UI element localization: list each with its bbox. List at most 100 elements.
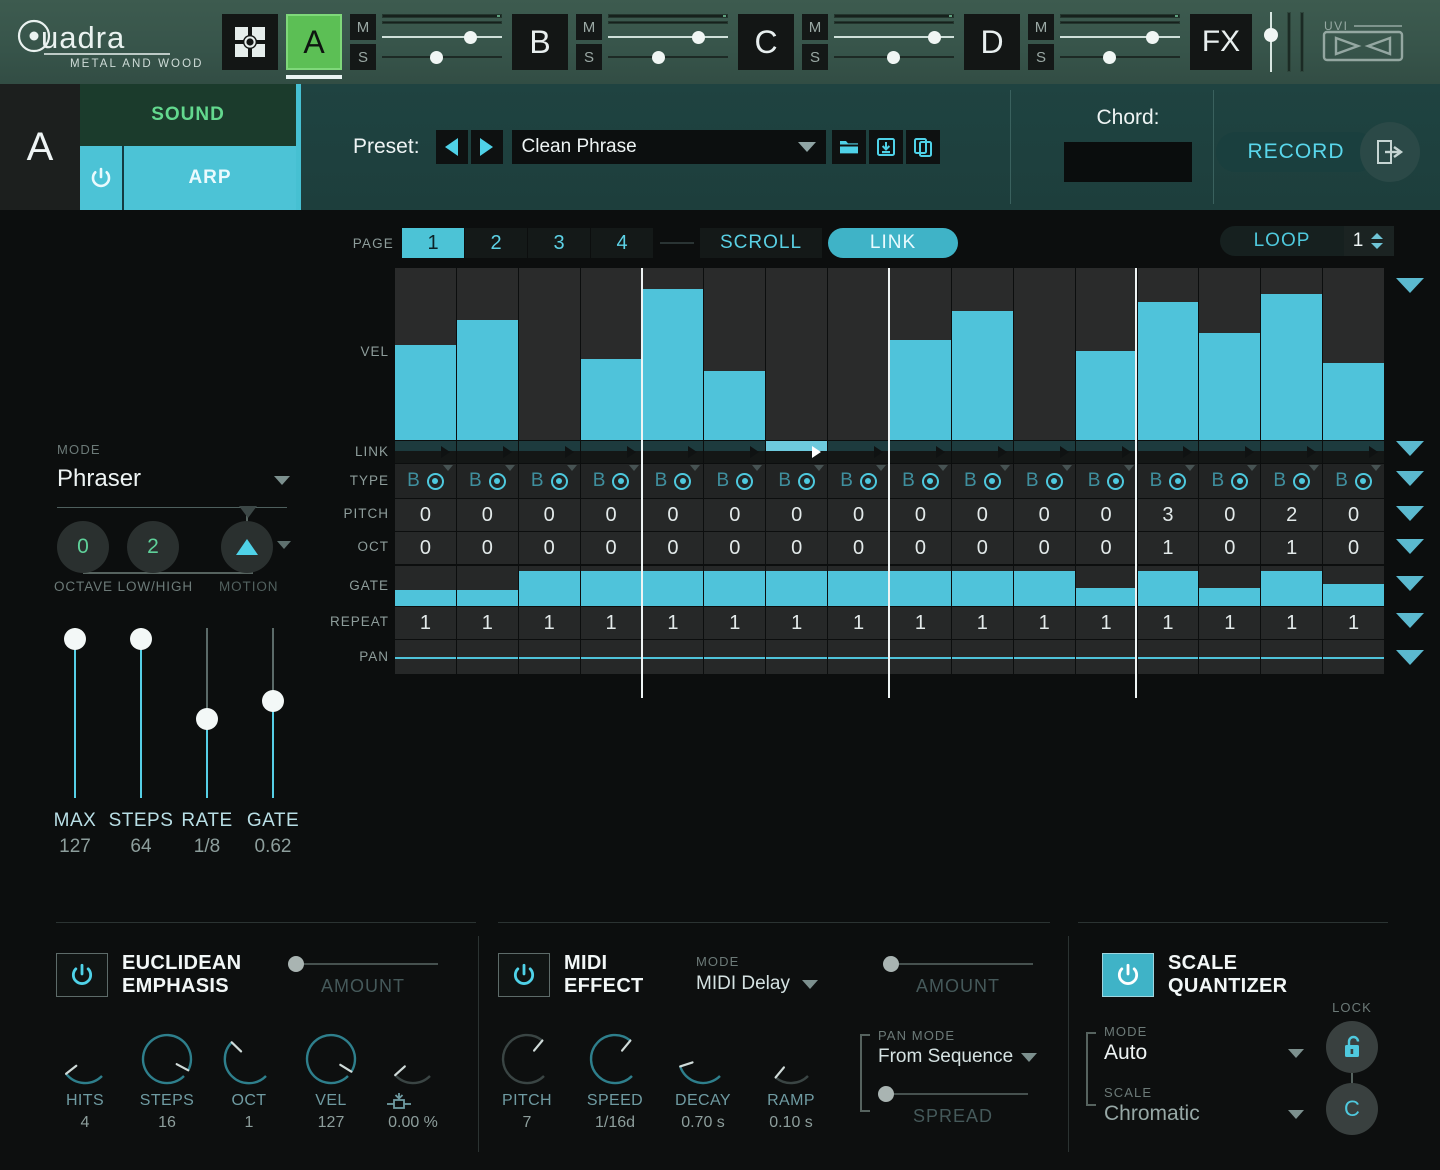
gate-step[interactable] (1014, 566, 1076, 606)
type-chevron-down-icon[interactable] (629, 465, 639, 471)
pan-slider-c[interactable] (834, 50, 954, 64)
type-chevron-down-icon[interactable] (1309, 465, 1319, 471)
preset-copy-button[interactable] (906, 130, 940, 164)
pitch-step[interactable]: 0 (890, 499, 952, 531)
gate-step[interactable] (1199, 566, 1261, 606)
loop-button[interactable]: LOOP (1220, 226, 1344, 256)
type-step[interactable]: B (643, 464, 705, 498)
volume-slider-a[interactable] (382, 30, 502, 44)
velocity-step[interactable] (643, 268, 705, 440)
fx-button[interactable]: FX (1190, 14, 1252, 70)
type-step[interactable]: B (766, 464, 828, 498)
link-step[interactable] (1076, 441, 1138, 463)
type-step[interactable]: B (890, 464, 952, 498)
type-step[interactable]: B (704, 464, 766, 498)
type-chevron-down-icon[interactable] (505, 465, 515, 471)
scroll-button[interactable]: SCROLL (700, 228, 822, 258)
octave-step[interactable]: 0 (457, 532, 519, 564)
chevron-down-icon[interactable] (802, 980, 818, 989)
solo-button-c[interactable]: S (802, 44, 828, 70)
type-chevron-down-icon[interactable] (752, 465, 762, 471)
repeat-step[interactable]: 1 (704, 607, 766, 639)
gate-step[interactable] (519, 566, 581, 606)
volume-slider-c[interactable] (834, 30, 954, 44)
type-chevron-down-icon[interactable] (1062, 465, 1072, 471)
repeat-step[interactable]: 1 (1138, 607, 1200, 639)
octave-high-value[interactable]: 2 (127, 521, 179, 573)
pan-step[interactable] (766, 640, 828, 674)
type-chevron-down-icon[interactable] (1124, 465, 1134, 471)
octave-step[interactable]: 0 (890, 532, 952, 564)
type-chevron-down-icon[interactable] (814, 465, 824, 471)
pan-step[interactable] (704, 640, 766, 674)
speed-knob[interactable]: SPEED1/16d (586, 1030, 644, 1088)
type-step[interactable]: B (457, 464, 519, 498)
part-button-a[interactable]: A (286, 14, 342, 70)
master-volume-fader[interactable] (1264, 12, 1278, 72)
repeat-step[interactable]: 1 (828, 607, 890, 639)
gate-step[interactable] (643, 566, 705, 606)
loop-count-stepper[interactable]: 1 (1344, 226, 1394, 256)
scale-mode-value[interactable]: Auto (1104, 1041, 1147, 1065)
octave-step[interactable]: 0 (952, 532, 1014, 564)
pan-slider-b[interactable] (608, 50, 728, 64)
velocity-step[interactable] (828, 268, 890, 440)
preset-next-button[interactable] (471, 130, 503, 164)
lock-toggle-button[interactable] (1326, 1021, 1378, 1073)
octave-step[interactable]: 1 (1261, 532, 1323, 564)
link-step[interactable] (1323, 441, 1385, 463)
type-chevron-down-icon[interactable] (443, 465, 453, 471)
type-chevron-down-icon[interactable] (1000, 465, 1010, 471)
repeat-step[interactable]: 1 (1261, 607, 1323, 639)
velocity-step[interactable] (581, 268, 643, 440)
euclidean-power-button[interactable] (56, 953, 108, 997)
gate-step[interactable] (704, 566, 766, 606)
preset-prev-button[interactable] (436, 130, 468, 164)
spread-slider[interactable] (878, 1086, 1028, 1102)
volume-slider-d[interactable] (1060, 30, 1180, 44)
export-button[interactable] (1360, 122, 1420, 182)
pitch-step[interactable]: 0 (395, 499, 457, 531)
octave-step[interactable]: 0 (1199, 532, 1261, 564)
page-button-4[interactable]: 4 (591, 228, 653, 258)
velocity-step[interactable] (457, 268, 519, 440)
velocity-step[interactable] (704, 268, 766, 440)
pan-step[interactable] (952, 640, 1014, 674)
page-button-1[interactable]: 1 (402, 228, 464, 258)
gate-step[interactable] (890, 566, 952, 606)
solo-button-b[interactable]: S (576, 44, 602, 70)
repeat-step[interactable]: 1 (890, 607, 952, 639)
octave-step[interactable]: 0 (643, 532, 705, 564)
hits-knob[interactable]: HITS4 (56, 1030, 114, 1088)
pitch-step[interactable]: 0 (643, 499, 705, 531)
pan-step[interactable] (581, 640, 643, 674)
pan-step[interactable] (519, 640, 581, 674)
repeat-step[interactable]: 1 (1199, 607, 1261, 639)
link-step[interactable] (1199, 441, 1261, 463)
gate-step[interactable] (828, 566, 890, 606)
pitch-step[interactable]: 0 (457, 499, 519, 531)
pitch-step[interactable]: 0 (952, 499, 1014, 531)
pitch-step[interactable]: 0 (766, 499, 828, 531)
pan-step[interactable] (457, 640, 519, 674)
octave-step[interactable]: 1 (1138, 532, 1200, 564)
midi-effect-mode-value[interactable]: MIDI Delay (696, 973, 790, 995)
mute-button-a[interactable]: M (350, 14, 376, 40)
snap-knob[interactable]: 0.00 % (384, 1030, 442, 1088)
repeat-step[interactable]: 1 (1323, 607, 1385, 639)
repeat-step[interactable]: 1 (395, 607, 457, 639)
chevron-down-icon[interactable] (1288, 1049, 1304, 1058)
motion-chevron-down-icon[interactable] (277, 541, 291, 549)
octave-step[interactable]: 0 (581, 532, 643, 564)
arp-power-button[interactable] (80, 146, 124, 210)
decay-knob[interactable]: DECAY0.70 s (674, 1030, 732, 1088)
gate-step[interactable] (1076, 566, 1138, 606)
page-button-2[interactable]: 2 (465, 228, 527, 258)
mute-button-c[interactable]: M (802, 14, 828, 40)
velocity-step[interactable] (519, 268, 581, 440)
midi-effect-amount-slider[interactable] (883, 956, 1033, 972)
repeat-step[interactable]: 1 (1076, 607, 1138, 639)
pan-mode-value[interactable]: From Sequence (878, 1046, 1013, 1068)
gate-step[interactable] (766, 566, 828, 606)
page-button-3[interactable]: 3 (528, 228, 590, 258)
